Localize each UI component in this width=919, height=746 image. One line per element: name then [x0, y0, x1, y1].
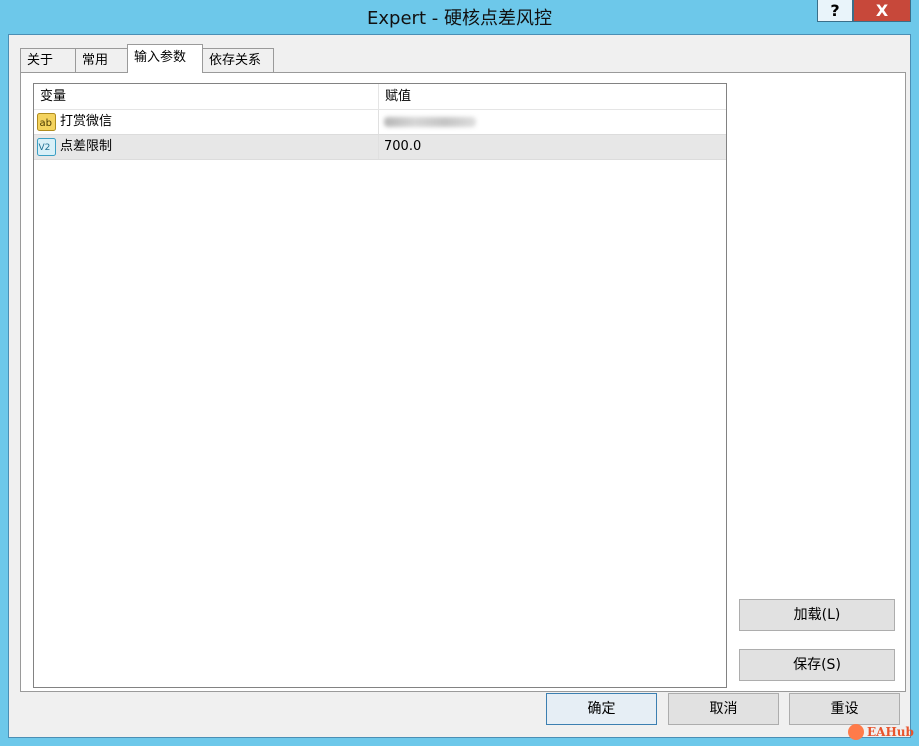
table-row[interactable]: V2 点差限制 700.0 — [34, 135, 726, 160]
help-button[interactable]: ? — [817, 0, 853, 22]
close-button[interactable]: X — [853, 0, 911, 22]
ok-button[interactable]: 确定 — [546, 693, 657, 725]
string-ab-icon: ab — [37, 113, 56, 131]
tab-label: 关于 — [27, 53, 54, 68]
watermark: EAHub — [848, 722, 914, 742]
column-header-value[interactable]: 赋值 — [379, 84, 726, 109]
inputs-tab-panel: 变量 赋值 ab 打赏微信 V2 点差限制 700.0 加载(L) 保存(S) — [20, 72, 906, 692]
param-name: 打赏微信 — [60, 110, 379, 134]
help-icon: ? — [830, 1, 840, 20]
load-button[interactable]: 加载(L) — [739, 599, 895, 631]
param-value-obscured[interactable] — [379, 110, 476, 134]
close-icon: X — [875, 1, 889, 20]
param-name: 点差限制 — [60, 135, 379, 159]
tab-common[interactable]: 常用 — [75, 48, 128, 72]
cancel-button[interactable]: 取消 — [668, 693, 779, 725]
reset-button[interactable]: 重设 — [789, 693, 900, 725]
table-row[interactable]: ab 打赏微信 — [34, 110, 726, 135]
tab-dependencies[interactable]: 依存关系 — [202, 48, 274, 72]
tab-label: 输入参数 — [134, 50, 187, 65]
column-header-variable[interactable]: 变量 — [34, 84, 379, 109]
param-value[interactable]: 700.0 — [379, 135, 421, 159]
tab-label: 依存关系 — [209, 53, 262, 68]
save-button[interactable]: 保存(S) — [739, 649, 895, 681]
title-bar[interactable]: Expert - 硬核点差风控 ? X — [0, 0, 919, 34]
watermark-text: EAHub — [867, 725, 914, 739]
tab-label: 常用 — [82, 53, 109, 68]
dialog-client-area: 关于 常用 输入参数 依存关系 变量 赋值 ab 打赏微信 V2 点差限制 70… — [8, 34, 911, 738]
tab-inputs[interactable]: 输入参数 — [127, 44, 203, 73]
double-value-icon: V2 — [37, 138, 56, 156]
table-header: 变量 赋值 — [34, 84, 726, 110]
parameters-table: 变量 赋值 ab 打赏微信 V2 点差限制 700.0 — [33, 83, 727, 688]
watermark-logo-icon — [848, 724, 864, 740]
tab-about[interactable]: 关于 — [20, 48, 76, 72]
svg-text:V2: V2 — [39, 143, 51, 153]
blurred-value — [384, 116, 476, 127]
svg-text:ab: ab — [40, 118, 52, 129]
window-title: Expert - 硬核点差风控 — [367, 8, 552, 29]
